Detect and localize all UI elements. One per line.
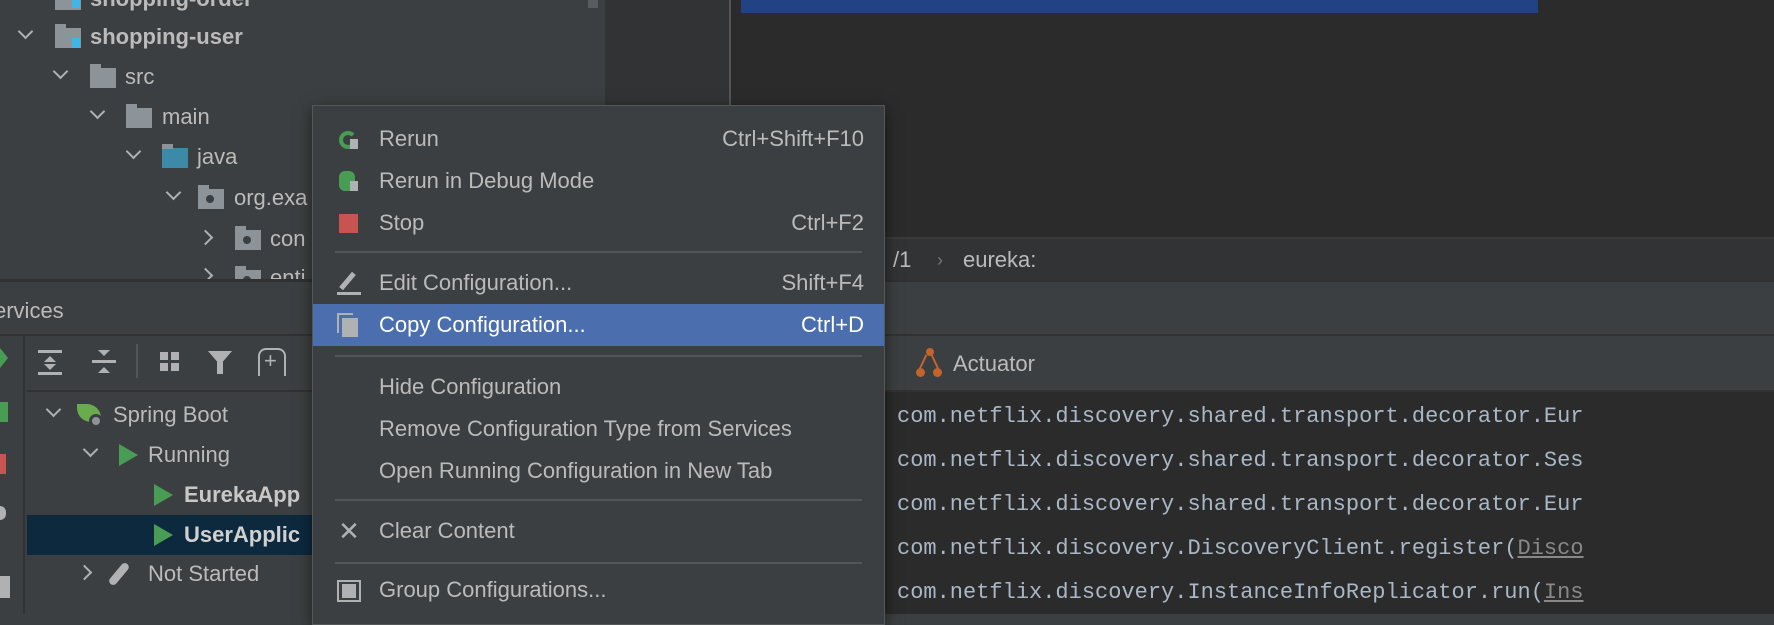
menu-separator [335, 499, 862, 501]
tree-label: Not Started [148, 561, 260, 586]
tab-label: Actuator [953, 351, 1035, 376]
folder-icon [126, 104, 152, 128]
menu-separator [335, 251, 862, 253]
tree-item-src[interactable]: src [0, 62, 590, 92]
tree-label: java [197, 144, 238, 169]
breadcrumb-separator: › [937, 250, 943, 270]
debug-icon[interactable] [0, 402, 8, 422]
tree-label: EurekaApp [184, 482, 301, 507]
close-icon: ✕ [338, 516, 360, 546]
tree-label: main [162, 104, 210, 129]
tree-label: Running [148, 442, 230, 467]
menu-item-clear-content[interactable]: ✕ Clear Content [313, 510, 884, 552]
source-folder-icon [162, 144, 188, 168]
module-badge [72, 38, 80, 48]
chevron-down-icon[interactable] [125, 143, 142, 160]
run-icon [154, 524, 173, 546]
tree-item-package[interactable]: org.exa [0, 183, 312, 213]
tree-item-enti[interactable]: enti [0, 262, 312, 280]
services-title: ervices [0, 298, 64, 323]
chevron-down-icon[interactable] [52, 63, 69, 80]
run-icon [154, 484, 173, 506]
spring-boot-power-icon [89, 414, 103, 428]
chevron-down-icon[interactable] [89, 103, 106, 120]
tree-label: Spring Boot [113, 402, 228, 427]
actuator-icon [916, 348, 944, 378]
wrench-icon [107, 561, 131, 587]
source-link[interactable]: Disco [1518, 536, 1584, 561]
chevron-down-icon[interactable] [45, 401, 62, 418]
expand-all-icon[interactable] [38, 348, 64, 376]
stop-icon[interactable] [0, 454, 6, 474]
breadcrumb-part[interactable]: eureka: [963, 247, 1036, 273]
tree-label: org.exa [234, 185, 308, 210]
tree-item-spring-boot[interactable]: Spring Boot [27, 400, 312, 430]
collapse-all-icon[interactable] [92, 348, 118, 376]
group-icon [337, 578, 361, 602]
filter-icon[interactable] [208, 348, 234, 376]
folder-icon [90, 64, 116, 88]
menu-item-open-in-new-tab[interactable]: Open Running Configuration in New Tab [313, 450, 884, 492]
chevron-down-icon[interactable] [165, 184, 182, 201]
console-line: com.netflix.discovery.InstanceInfoReplic… [897, 580, 1584, 605]
package-icon [235, 226, 261, 250]
console-line: com.netflix.discovery.DiscoveryClient.re… [897, 536, 1584, 561]
tree-item-eureka-app[interactable]: EurekaApp [27, 480, 312, 510]
copy-icon [337, 313, 361, 337]
rerun-icon [337, 127, 361, 151]
console-line: com.netflix.discovery.shared.transport.d… [897, 404, 1584, 429]
breadcrumb: /1 › eureka: [731, 237, 1774, 280]
menu-item-stop[interactable]: Stop Ctrl+F2 [313, 202, 884, 244]
module-badge [72, 0, 80, 8]
tab-bar: Actuator [876, 336, 1774, 392]
menu-item-edit-configuration[interactable]: Edit Configuration... Shift+F4 [313, 262, 884, 304]
edit-icon [337, 271, 361, 295]
chevron-right-icon[interactable] [76, 564, 93, 581]
console-line: com.netflix.discovery.shared.transport.d… [897, 492, 1584, 517]
wrench-icon[interactable] [0, 506, 6, 520]
console-line: com.netflix.discovery.shared.transport.d… [897, 448, 1584, 473]
tree-item-shopping-user[interactable]: shopping-user [0, 22, 590, 52]
tree-label: con [270, 226, 306, 251]
tree-label: shopping-user [90, 24, 243, 49]
tree-label: enti [270, 265, 306, 280]
menu-item-group-configurations[interactable]: Group Configurations... [313, 569, 884, 611]
toolbar-separator [136, 344, 138, 378]
source-link[interactable]: Ins [1544, 580, 1584, 605]
running-icon [119, 444, 138, 466]
menu-item-remove-configuration-type[interactable]: Remove Configuration Type from Services [313, 408, 884, 450]
tree-item-running[interactable]: Running [27, 440, 312, 470]
debug-icon [337, 169, 361, 193]
tree-item-not-started[interactable]: Not Started [27, 559, 312, 589]
editor-selection-line [741, 0, 1538, 13]
tree-item-user-application[interactable]: UserApplic [27, 515, 312, 555]
menu-separator [335, 355, 862, 357]
menu-item-rerun-debug[interactable]: Rerun in Debug Mode [313, 160, 884, 202]
menu-item-copy-configuration[interactable]: Copy Configuration... Ctrl+D [313, 304, 884, 346]
menu-item-hide-configuration[interactable]: Hide Configuration [313, 366, 884, 408]
tree-item-shopping-order[interactable]: shopping-order [0, 0, 590, 14]
add-service-icon[interactable]: + [258, 348, 286, 376]
tree-item-con[interactable]: con [0, 224, 312, 254]
camera-icon[interactable] [0, 576, 10, 598]
tree-label: src [125, 64, 155, 89]
chevron-right-icon[interactable] [197, 229, 214, 246]
chevron-down-icon[interactable] [82, 441, 99, 458]
services-action-strip [0, 336, 25, 614]
breadcrumb-part[interactable]: /1 [893, 247, 911, 273]
menu-item-rerun[interactable]: Rerun Ctrl+Shift+F10 [313, 118, 884, 160]
editor[interactable] [731, 0, 1774, 237]
run-icon[interactable] [0, 348, 8, 368]
group-by-icon[interactable] [158, 348, 184, 376]
package-icon [198, 185, 224, 209]
stop-icon [337, 211, 361, 235]
chevron-down-icon[interactable] [17, 23, 34, 40]
context-menu: Rerun Ctrl+Shift+F10 Rerun in Debug Mode… [312, 105, 885, 625]
menu-separator [335, 562, 862, 564]
tree-label: shopping-order [90, 0, 253, 12]
tab-actuator[interactable]: Actuator [906, 342, 1066, 386]
tree-label: UserApplic [184, 522, 301, 547]
